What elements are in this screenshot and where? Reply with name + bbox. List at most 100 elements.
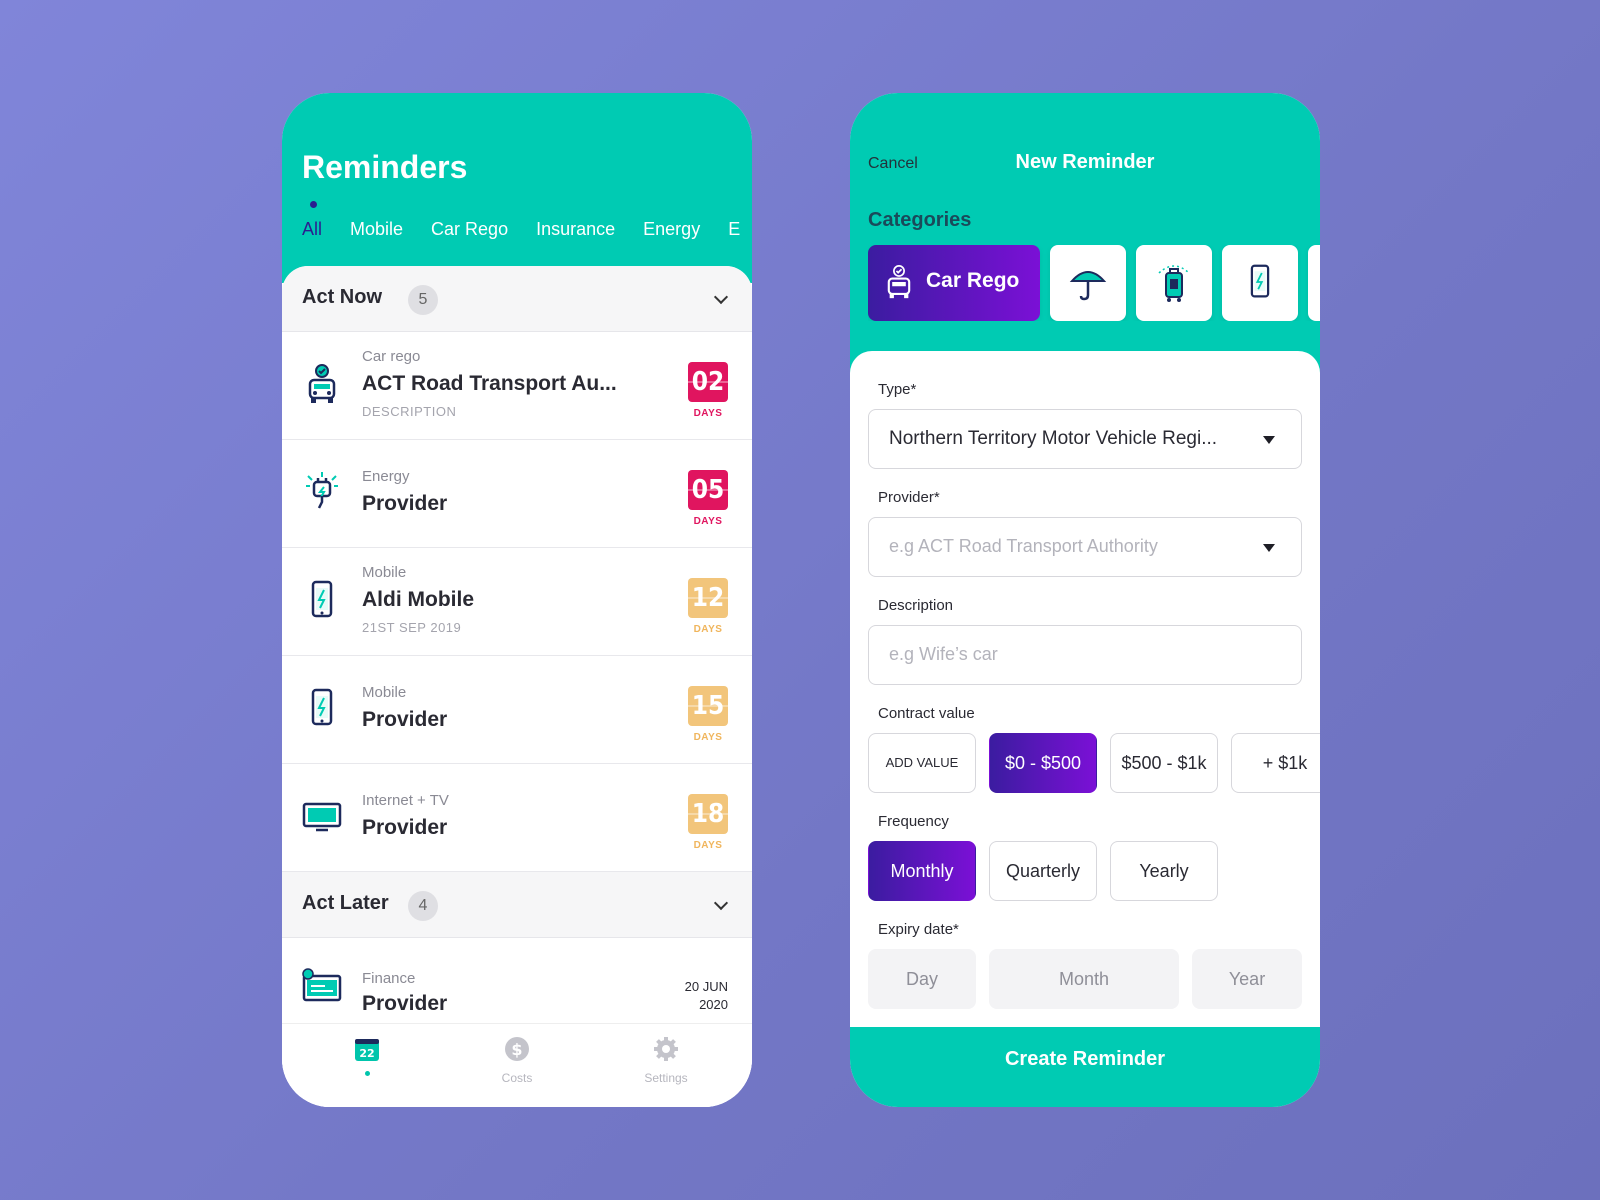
row-title: Provider — [362, 816, 448, 839]
expiry-year-field[interactable]: Year — [1192, 949, 1302, 1009]
row-date: 21ST SEP 2019 — [362, 620, 462, 635]
dropdown-arrow-icon — [1263, 436, 1275, 444]
days-label: DAYS — [693, 624, 723, 635]
row-category: Car rego — [362, 348, 421, 365]
list-item[interactable]: Car rego ACT Road Transport Au... DESCRI… — [282, 332, 752, 440]
due-date-year: 2020 — [699, 997, 728, 1012]
tv-icon — [302, 802, 342, 832]
active-tab-indicator — [310, 201, 317, 208]
section-act-now[interactable]: Act Now 5 — [282, 266, 752, 332]
days-remaining-badge: 02 — [688, 362, 728, 402]
dollar-icon: $ — [505, 1037, 529, 1061]
calendar-icon: 22 — [355, 1039, 379, 1061]
section-title: Act Now — [302, 286, 382, 308]
svg-text:$: $ — [511, 1040, 522, 1059]
expiry-date-label: Expiry date* — [878, 921, 959, 938]
days-remaining-badge: 15 — [688, 686, 728, 726]
car-icon — [887, 265, 911, 299]
chevron-down-icon[interactable] — [713, 895, 729, 911]
tab-mobile[interactable]: Mobile — [350, 219, 403, 240]
category-picker: Car Rego — [868, 245, 1320, 321]
contract-option-1k-plus[interactable]: + $1k — [1231, 733, 1320, 793]
row-title: Provider — [362, 992, 448, 1015]
contract-option-0-500[interactable]: $0 - $500 — [989, 733, 1097, 793]
phone-icon — [311, 688, 333, 726]
reminders-screen: Reminders All Mobile Car Rego Insurance Ener… — [282, 93, 752, 1107]
section-count-badge: 4 — [408, 891, 438, 921]
list-item[interactable]: Internet + TV Provider 18 DAYS — [282, 764, 752, 872]
new-reminder-header: New Reminder Cancel Categories Car Rego — [850, 93, 1320, 373]
contract-add-value-button[interactable]: ADD VALUE — [868, 733, 976, 793]
category-car-rego[interactable]: Car Rego — [868, 245, 1040, 321]
tab-car-rego[interactable]: Car Rego — [431, 219, 508, 240]
tab-more[interactable]: E — [728, 219, 740, 240]
luggage-icon — [1158, 265, 1190, 302]
list-item[interactable]: Finance Provider 20 JUN 2020 — [282, 938, 752, 1024]
gear-icon — [654, 1037, 678, 1061]
expiry-day-field[interactable]: Day — [868, 949, 976, 1009]
row-title: Provider — [362, 492, 448, 515]
chevron-down-icon[interactable] — [713, 289, 729, 305]
days-label: DAYS — [693, 840, 723, 851]
dropdown-arrow-icon — [1263, 544, 1275, 552]
list-item[interactable]: Mobile Provider 15 DAYS — [282, 656, 752, 764]
row-title: Aldi Mobile — [362, 588, 474, 611]
category-more[interactable] — [1308, 245, 1320, 321]
due-date: 20 JUN 2020 — [685, 978, 728, 1014]
type-select[interactable]: Northern Territory Motor Vehicle Regi... — [868, 409, 1302, 469]
row-category: Energy — [362, 468, 410, 485]
provider-label: Provider* — [878, 489, 940, 506]
list-item[interactable]: Mobile Aldi Mobile 21ST SEP 2019 12 DAYS — [282, 548, 752, 656]
section-count-badge: 5 — [408, 285, 438, 315]
umbrella-icon — [1069, 271, 1107, 301]
description-placeholder: e.g Wife’s car — [889, 644, 998, 664]
days-label: DAYS — [693, 516, 723, 527]
bottom-navigation: 22 $ Costs Settings — [282, 1023, 752, 1107]
nav-label: Settings — [644, 1071, 688, 1085]
frequency-yearly[interactable]: Yearly — [1110, 841, 1218, 901]
category-travel[interactable] — [1136, 245, 1212, 321]
category-label: Car Rego — [926, 269, 1020, 292]
description-field[interactable]: e.g Wife’s car — [868, 625, 1302, 685]
frequency-monthly[interactable]: Monthly — [868, 841, 976, 901]
row-category: Mobile — [362, 564, 407, 581]
nav-settings[interactable]: Settings — [626, 1036, 706, 1085]
section-title: Act Later — [302, 892, 389, 914]
description-label: Description — [878, 597, 954, 614]
category-mobile[interactable] — [1222, 245, 1298, 321]
days-remaining-badge: 05 — [688, 470, 728, 510]
tab-insurance[interactable]: Insurance — [536, 219, 615, 240]
days-remaining-badge: 12 — [688, 578, 728, 618]
phone-icon — [311, 580, 333, 618]
tab-energy[interactable]: Energy — [643, 219, 700, 240]
category-insurance[interactable] — [1050, 245, 1126, 321]
category-tabs: All Mobile Car Rego Insurance Energy E — [302, 219, 752, 240]
cancel-button[interactable]: Cancel — [868, 155, 918, 173]
calendar-day-number: 22 — [359, 1047, 374, 1060]
contract-option-500-1k[interactable]: $500 - $1k — [1110, 733, 1218, 793]
page-title: Reminders — [302, 149, 468, 185]
categories-label: Categories — [868, 209, 972, 231]
new-reminder-screen: New Reminder Cancel Categories Car Rego — [850, 93, 1320, 1107]
reminder-form: Type* Northern Territory Motor Vehicle R… — [850, 351, 1320, 1043]
row-category: Internet + TV — [362, 792, 449, 809]
expiry-month-field[interactable]: Month — [989, 949, 1179, 1009]
row-title: ACT Road Transport Au... — [362, 372, 617, 395]
type-label: Type* — [878, 381, 917, 398]
days-label: DAYS — [693, 408, 723, 419]
nav-costs[interactable]: $ Costs — [477, 1036, 557, 1085]
nav-label: Costs — [501, 1071, 533, 1085]
provider-select[interactable]: e.g ACT Road Transport Authority — [868, 517, 1302, 577]
nav-reminders[interactable]: 22 — [327, 1036, 407, 1076]
create-reminder-button[interactable]: Create Reminder — [850, 1027, 1320, 1107]
frequency-quarterly[interactable]: Quarterly — [989, 841, 1097, 901]
section-act-later[interactable]: Act Later 4 — [282, 872, 752, 938]
list-item[interactable]: Energy Provider 05 DAYS — [282, 440, 752, 548]
frequency-label: Frequency — [878, 813, 949, 830]
plug-icon — [306, 472, 338, 509]
reminders-list: Act Now 5 Car rego ACT Road Transport Au… — [282, 266, 752, 1107]
tab-all[interactable]: All — [302, 219, 322, 240]
row-title: Provider — [362, 708, 448, 731]
row-category: Finance — [362, 970, 416, 987]
active-nav-indicator — [364, 1071, 370, 1076]
